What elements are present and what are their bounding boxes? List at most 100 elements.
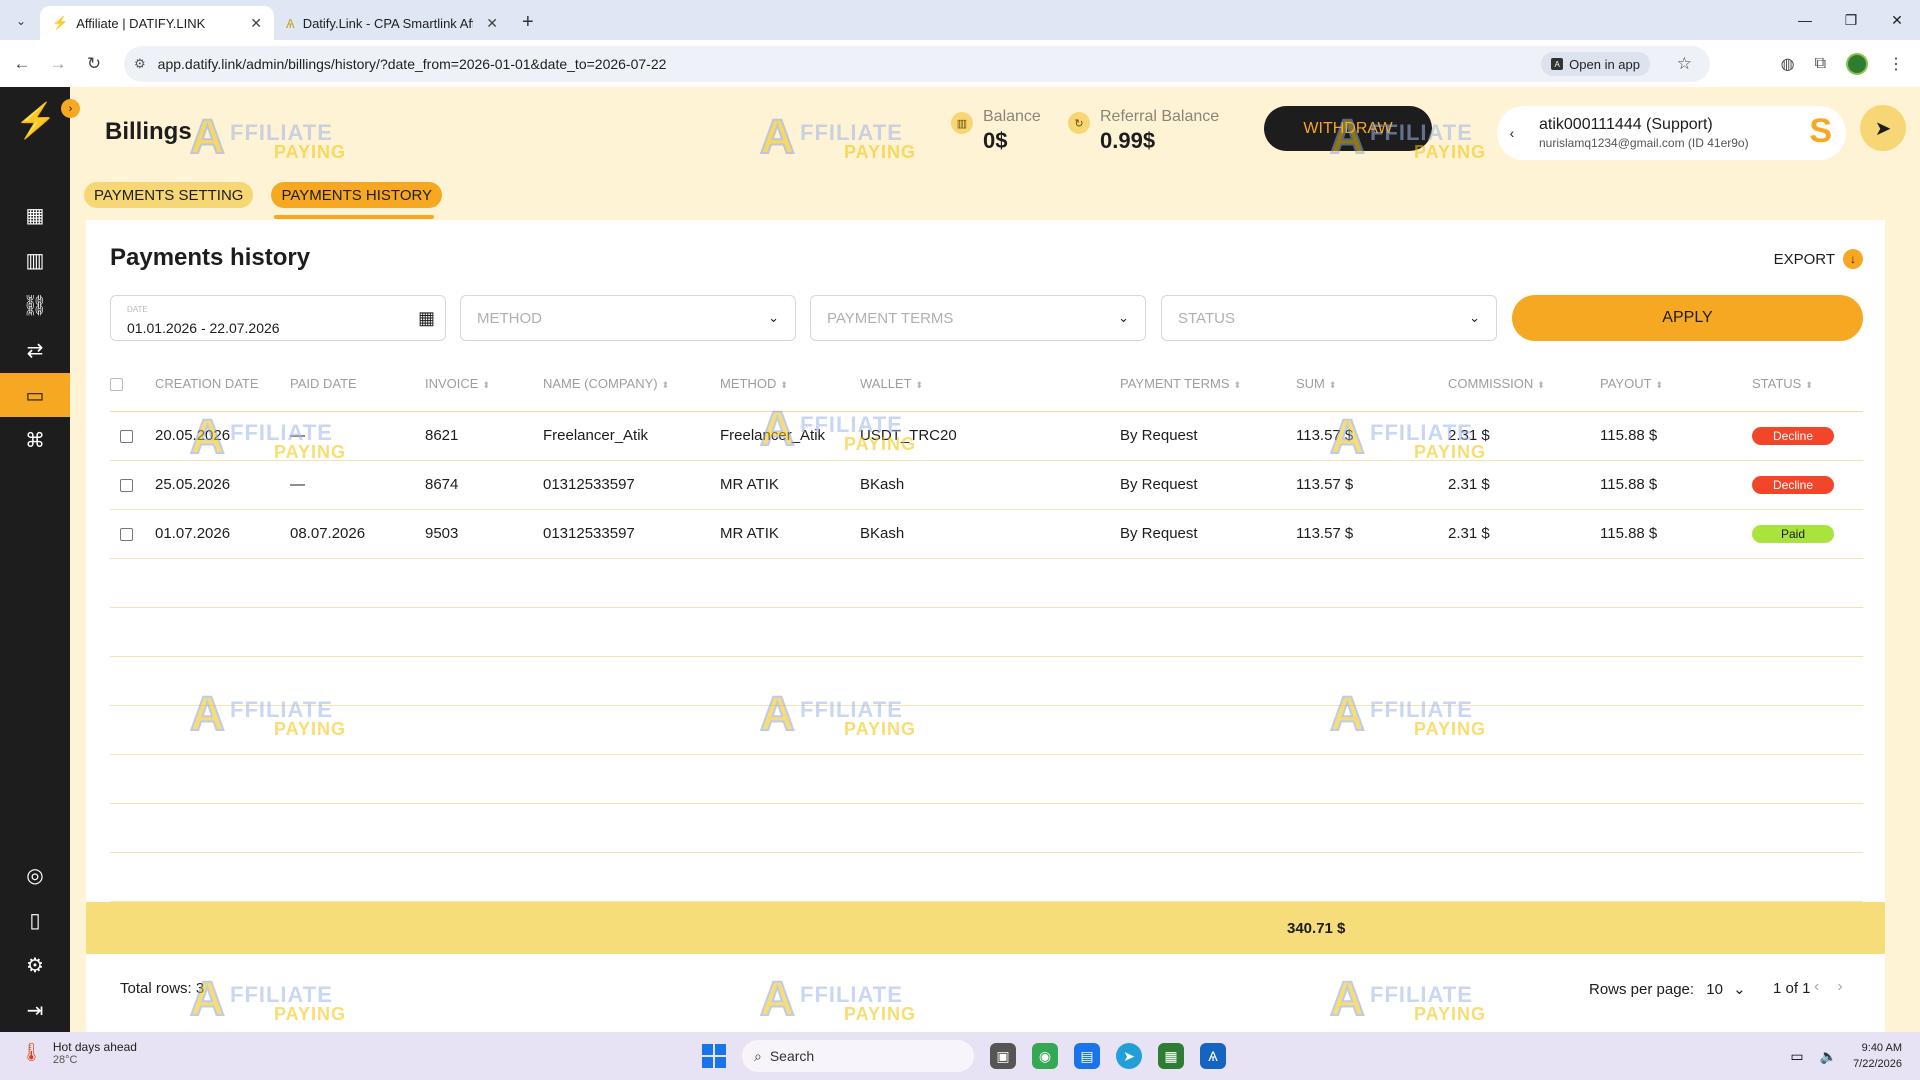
browser-chrome: ⌄ ⚡ Affiliate | DATIFY.LINK ✕ Ѧ Datify.L… (0, 0, 1920, 87)
notepad-icon[interactable]: ▤ (1074, 1043, 1100, 1069)
creation-date-cell: 20.05.2026 (155, 411, 290, 461)
chrome-icon[interactable]: ◉ (1032, 1043, 1058, 1069)
invoice-cell: 8674 (425, 460, 543, 510)
billing-card-icon[interactable]: ▭ (0, 373, 70, 417)
url-text: app.datify.link/admin/billings/history/?… (157, 56, 667, 72)
row-checkbox[interactable] (120, 478, 133, 492)
column-header[interactable]: NAME (COMPANY) ⬍ (543, 357, 720, 412)
empty-row (110, 852, 1863, 902)
table-row[interactable]: 01.07.2026 08.07.2026 9503 01312533597 M… (110, 509, 1863, 559)
balance-value: 0$ (983, 128, 1008, 153)
dashboard-icon[interactable]: ▦ (0, 193, 70, 237)
more-menu-icon[interactable]: ⋮ (1888, 54, 1904, 74)
date-range-field[interactable]: DATE 01.01.2026 - 22.07.2026 ▦ (110, 295, 446, 341)
extension-icon[interactable]: ◍ (1781, 54, 1795, 74)
windows-start-icon[interactable] (702, 1044, 726, 1068)
tab-payments-setting[interactable]: PAYMENTS SETTING (84, 182, 254, 208)
empty-row (110, 656, 1863, 706)
book-icon[interactable]: ▯ (0, 898, 70, 942)
profile-avatar[interactable] (1846, 53, 1868, 75)
links-icon[interactable]: ⛓ (0, 283, 70, 327)
creation-date-cell: 01.07.2026 (155, 509, 290, 559)
column-header[interactable]: METHOD ⬍ (720, 357, 860, 412)
statistics-icon[interactable]: ▥ (0, 238, 70, 282)
payments-table: CREATION DATE PAID DATE INVOICE ⬍ NAME (C… (110, 357, 1863, 902)
bookmark-star-icon[interactable]: ☆ (1677, 54, 1692, 74)
total-rows: Total rows: 3 (120, 980, 205, 997)
spreadsheet-icon[interactable]: ▦ (1158, 1043, 1184, 1069)
taskbar-search[interactable]: ⌕ Search (742, 1040, 974, 1072)
column-header[interactable]: PAYOUT ⬍ (1600, 357, 1752, 412)
open-in-app-button[interactable]: A Open in app (1541, 52, 1650, 76)
close-tab-icon[interactable]: ✕ (250, 15, 262, 32)
task-view-icon[interactable]: ▣ (990, 1043, 1016, 1069)
status-badge: Paid (1752, 524, 1834, 543)
column-header[interactable]: CREATION DATE (155, 357, 290, 412)
table-row[interactable]: 25.05.2026 — 8674 01312533597 MR ATIK BK… (110, 460, 1863, 510)
column-header[interactable]: SUM ⬍ (1296, 357, 1448, 412)
name-cell: 01312533597 (543, 460, 720, 510)
export-button[interactable]: EXPORT ↓ (1774, 249, 1863, 269)
transfer-icon[interactable]: ⇄ (0, 328, 70, 372)
column-header[interactable]: WALLET ⬍ (860, 357, 1120, 412)
volume-icon[interactable]: 🔈 (1820, 1048, 1837, 1065)
window-controls: — ❐ ✕ (1782, 0, 1920, 40)
select-all-checkbox[interactable] (110, 378, 123, 392)
close-tab-icon[interactable]: ✕ (486, 15, 498, 32)
page-header: Billings ▥ Balance 0$ ↻ Referral Balance… (70, 87, 1920, 171)
terms-placeholder: PAYMENT TERMS (827, 309, 954, 327)
user-menu[interactable]: ‹ atik000111444 (Support) nurislamq1234@… (1497, 106, 1846, 160)
settings-gear-icon[interactable]: ⚙ (0, 943, 70, 987)
command-icon[interactable]: ⌘ (0, 418, 70, 462)
table-row[interactable]: 20.05.2026 — 8621 Freelancer_Atik Freela… (110, 411, 1863, 461)
balance-widget: ▥ Balance 0$ (951, 108, 1041, 154)
column-header[interactable]: PAID DATE (290, 357, 425, 412)
row-checkbox[interactable] (120, 527, 133, 541)
tab-payments-history[interactable]: PAYMENTS HISTORY (271, 182, 443, 208)
sidebar-toggle-icon[interactable]: › (61, 99, 80, 118)
back-icon[interactable]: ← (8, 50, 36, 78)
paid-date-cell: — (290, 411, 425, 461)
forward-icon[interactable]: → (44, 50, 72, 78)
address-bar[interactable]: ⚙ app.datify.link/admin/billings/history… (124, 46, 1710, 82)
withdraw-button[interactable]: WITHDRAW (1264, 106, 1432, 151)
puzzle-extensions-icon[interactable]: ⧉ (1815, 55, 1826, 73)
prev-page-icon[interactable]: ‹ (1814, 978, 1837, 995)
column-header[interactable]: COMMISSION ⬍ (1448, 357, 1600, 412)
apply-button[interactable]: APPLY (1512, 295, 1863, 341)
sort-icon: ⬍ (661, 380, 670, 391)
pagination-arrows[interactable]: ‹› (1814, 978, 1861, 996)
weather-widget[interactable]: 🌡 Hot days ahead 28°C (20, 1040, 137, 1066)
status-select[interactable]: STATUS ⌄ (1161, 295, 1497, 341)
row-checkbox[interactable] (120, 429, 133, 443)
calendar-icon[interactable]: ▦ (418, 308, 435, 329)
next-page-icon[interactable]: › (1837, 978, 1860, 995)
restore-icon[interactable]: ❐ (1828, 0, 1874, 40)
browser-tab-affiliate[interactable]: ⚡ Affiliate | DATIFY.LINK ✕ (40, 6, 274, 40)
clock[interactable]: 9:40 AM 7/22/2026 (1853, 1040, 1902, 1072)
new-tab-button[interactable]: + (522, 11, 534, 34)
column-header[interactable]: INVOICE ⬍ (425, 357, 543, 412)
network-icon[interactable]: ▭ (1790, 1048, 1803, 1065)
close-window-icon[interactable]: ✕ (1874, 0, 1920, 40)
globe-icon[interactable]: ◎ (0, 853, 70, 897)
column-header[interactable]: STATUS ⬍ (1752, 357, 1863, 412)
telegram-icon[interactable]: ➤ (1116, 1043, 1142, 1069)
user-initial-avatar: S (1809, 112, 1832, 150)
chevron-left-icon[interactable]: ‹ (1497, 125, 1527, 141)
search-icon: ⌕ (754, 1047, 762, 1064)
thermometer-icon: 🌡 (20, 1042, 43, 1062)
browser-tab-datify[interactable]: Ѧ Datify.Link - CPA Smartlink Affil ✕ (274, 6, 510, 40)
column-header[interactable]: PAYMENT TERMS ⬍ (1120, 357, 1296, 412)
method-select[interactable]: METHOD ⌄ (460, 295, 796, 341)
rows-per-page[interactable]: Rows per page: 10 ⌄ (1589, 980, 1746, 998)
minimize-icon[interactable]: — (1782, 0, 1828, 40)
empty-row (110, 558, 1863, 608)
site-settings-icon[interactable]: ⚙ (134, 56, 146, 72)
affiliate-app-icon[interactable]: Ѧ (1200, 1043, 1226, 1069)
rows-per-page-value[interactable]: 10 (1706, 981, 1723, 998)
reload-icon[interactable]: ↻ (80, 50, 108, 78)
payment-terms-select[interactable]: PAYMENT TERMS ⌄ (810, 295, 1146, 341)
telegram-send-icon[interactable]: ➤ (1860, 105, 1906, 151)
logout-icon[interactable]: ⇥ (0, 988, 70, 1032)
